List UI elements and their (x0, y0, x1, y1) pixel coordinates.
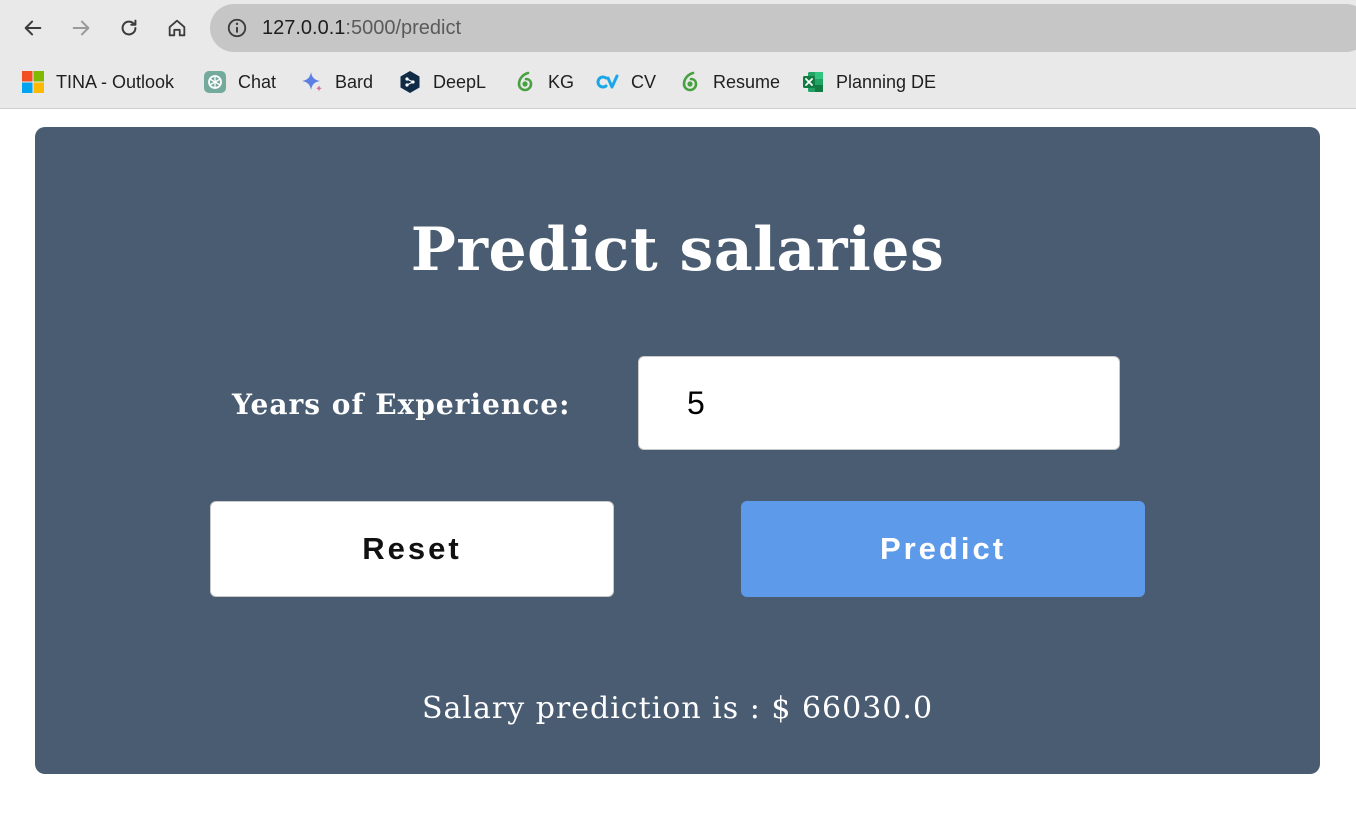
salary-prediction-result: Salary prediction is : $ 66030.0 (421, 691, 934, 726)
bookmark-label: KG (548, 71, 575, 92)
bookmark-label: Chat (238, 71, 277, 92)
reload-button[interactable] (113, 12, 145, 44)
overleaf-icon (677, 69, 703, 95)
bookmark-label: DeepL (433, 71, 487, 92)
url-host: 127.0.0.1 (262, 17, 346, 39)
url-path: :5000/predict (345, 17, 462, 39)
cv-icon (595, 69, 621, 95)
address-bar[interactable]: 127.0.0.1:5000/predict (210, 4, 1356, 52)
bookmark-deepl[interactable]: DeepL (397, 68, 486, 96)
predict-button[interactable]: Predict (741, 501, 1145, 597)
excel-icon (800, 69, 826, 95)
years-of-experience-input[interactable] (638, 356, 1120, 450)
home-icon (168, 19, 186, 37)
home-button[interactable] (161, 12, 193, 44)
reload-icon (121, 19, 137, 36)
back-button[interactable] (17, 12, 49, 44)
bookmark-planning-de[interactable]: Planning DE (800, 68, 936, 96)
years-of-experience-label: Years of Experience: (232, 388, 571, 421)
chatgpt-icon (202, 69, 228, 95)
bookmark-resume[interactable]: Resume (677, 68, 780, 96)
bookmark-label: Bard (335, 71, 374, 92)
bookmark-label: CV (631, 71, 657, 92)
bookmark-label: TINA - Outlook (56, 71, 175, 92)
deepl-icon (397, 69, 423, 95)
bookmark-label: Resume (713, 71, 781, 92)
url-text: 127.0.0.1:5000/predict (262, 17, 461, 39)
microsoft-icon (20, 69, 46, 95)
forward-button[interactable] (65, 12, 97, 44)
bookmark-chat[interactable]: Chat (202, 68, 276, 96)
bookmark-kg[interactable]: KG (512, 68, 574, 96)
site-info-icon[interactable] (226, 17, 248, 39)
bard-sparkle-icon (299, 69, 325, 95)
overleaf-icon (512, 69, 538, 95)
back-arrow-icon (24, 20, 42, 36)
forward-arrow-icon (72, 20, 90, 36)
bookmark-label: Planning DE (836, 71, 937, 92)
reset-button[interactable]: Reset (210, 501, 614, 597)
bookmark-bard[interactable]: Bard (299, 68, 373, 96)
bookmark-cv[interactable]: CV (595, 68, 656, 96)
bookmarks-bar: TINA - Outlook Chat Bard DeepL KG CV Res… (0, 56, 1356, 109)
prediction-card: Predict salaries Years of Experience: Re… (35, 127, 1320, 774)
browser-toolbar: 127.0.0.1:5000/predict (0, 0, 1356, 56)
page-title: Predict salaries (410, 215, 945, 285)
bookmark-tina-outlook[interactable]: TINA - Outlook (20, 68, 174, 96)
